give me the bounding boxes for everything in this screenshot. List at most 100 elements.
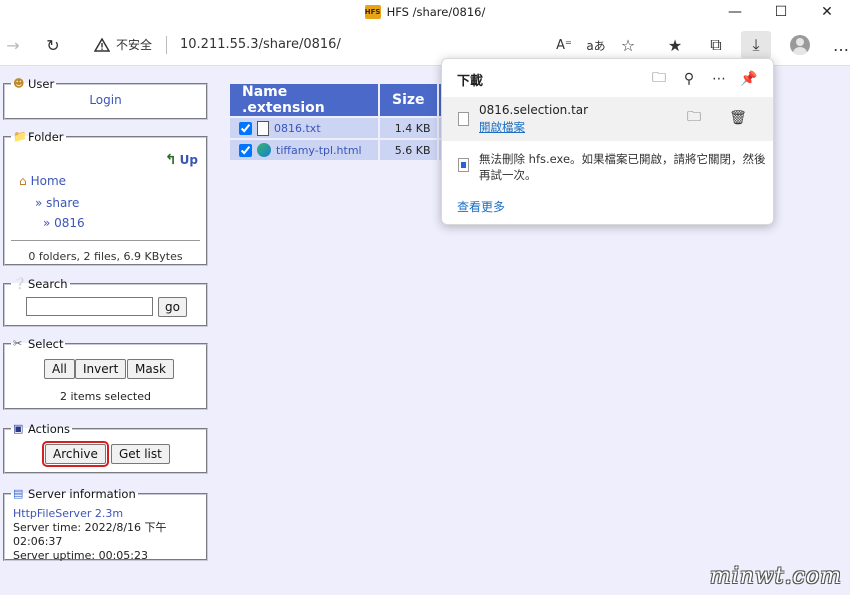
file-row[interactable]: 0816.txt 1.4 KB (230, 118, 449, 138)
downloads-title: 下載 (457, 74, 484, 89)
read-aloud-icon[interactable]: A⁼ (551, 32, 577, 58)
select-legend: ✂ Select (11, 337, 65, 351)
help-icon: ❔ (13, 277, 27, 290)
file-checkbox[interactable] (239, 121, 252, 135)
breadcrumb-0816[interactable]: » 0816 (43, 216, 85, 230)
file-link[interactable]: 0816.txt (274, 122, 321, 135)
server-name-link[interactable]: HttpFileServer 2.3m (13, 507, 206, 521)
search-legend-text: Search (28, 277, 68, 291)
breadcrumb-home[interactable]: Home (31, 174, 66, 188)
text-file-icon (257, 120, 269, 136)
file-size-cell: 1.4 KB (380, 118, 437, 138)
pin-icon[interactable]: 📌 (737, 69, 761, 89)
file-link[interactable]: tiffamy-tpl.html (276, 144, 362, 157)
window-controls: — ☐ ✕ (712, 0, 850, 24)
selection-status: 2 items selected (59, 390, 151, 403)
login-link[interactable]: Login (89, 93, 121, 107)
folder-summary: 0 folders, 2 files, 6.9 KBytes (28, 250, 183, 263)
select-panel: ✂ Select All Invert Mask 2 items selecte… (3, 337, 208, 410)
up-label: Up (179, 153, 198, 167)
file-table-header: Name .extension Size (230, 84, 449, 116)
scissors-icon: ✂ (13, 337, 23, 350)
add-favorite-icon[interactable]: ☆ (615, 32, 641, 58)
file-checkbox[interactable] (239, 143, 252, 157)
server-info-panel: ▤ Server information HttpFileServer 2.3m… (3, 487, 208, 562)
search-legend: ❔ Search (11, 277, 70, 291)
window-titlebar: HFS HFS /share/0816/ — ☐ ✕ (0, 0, 850, 24)
breadcrumb-share[interactable]: » share (35, 196, 79, 210)
select-all-button[interactable]: All (44, 359, 75, 379)
security-indicator[interactable]: 不安全 (94, 36, 152, 53)
column-size[interactable]: Size (380, 84, 437, 116)
up-link[interactable]: ↰ Up (165, 152, 198, 168)
server-uptime: Server uptime: 00:05:23 (13, 549, 148, 562)
get-list-button[interactable]: Get list (111, 444, 170, 464)
file-icon (458, 112, 469, 126)
server-info-legend-text: Server information (28, 487, 136, 501)
download-file-name: 0816.selection.tar (479, 103, 589, 117)
show-in-folder-icon[interactable]: 🗀 (683, 108, 705, 128)
open-file-link[interactable]: 開啟檔案 (479, 119, 525, 135)
delete-icon[interactable]: 🗑 (727, 108, 749, 128)
edge-html-file-icon (257, 143, 271, 157)
address-bar-url[interactable]: 10.211.55.3/share/0816/ (180, 37, 341, 52)
forward-icon[interactable]: → (0, 32, 26, 58)
up-arrow-icon: ↰ (164, 152, 177, 168)
actions-panel: ▣ Actions Archive Get list (3, 422, 208, 474)
download-error-message: 無法刪除 hfs.exe。如果檔案已開啟，請將它關閉，然後再試一次。 (479, 152, 766, 182)
actions-legend-text: Actions (28, 422, 71, 436)
select-legend-text: Select (28, 337, 64, 351)
column-name[interactable]: Name .extension (230, 84, 378, 116)
folder-icon: 📁 (13, 130, 27, 143)
exe-file-icon (458, 158, 469, 172)
more-options-icon[interactable]: ⋯ (707, 69, 731, 89)
open-folder-icon[interactable]: 🗀 (647, 69, 671, 89)
favorites-icon[interactable]: ★ (662, 32, 688, 58)
search-icon[interactable]: ⚲ (677, 69, 701, 89)
user-icon: ☻ (13, 77, 25, 90)
search-go-button[interactable]: go (158, 297, 187, 317)
address-divider (166, 36, 167, 54)
maximize-icon[interactable]: ☐ (758, 0, 804, 24)
file-name-cell: 0816.txt (230, 118, 378, 138)
hfs-logo-icon: HFS (364, 5, 381, 19)
save-disk-icon: ▣ (13, 422, 24, 435)
refresh-icon[interactable]: ↻ (40, 32, 66, 58)
download-item[interactable]: 0816.selection.tar 開啟檔案 🗀 🗑 (442, 97, 773, 141)
search-input[interactable] (26, 297, 153, 316)
downloads-icon[interactable]: ⤓ (741, 31, 771, 59)
downloads-panel: 下載 🗀 ⚲ ⋯ 📌 0816.selection.tar 開啟檔案 🗀 🗑 無… (441, 58, 774, 225)
downloads-header-actions: 🗀 ⚲ ⋯ 📌 (647, 69, 761, 89)
security-label: 不安全 (116, 38, 153, 52)
folder-legend-text: Folder (28, 130, 64, 144)
home-icon: ⌂ (19, 174, 27, 188)
window-title: HFS HFS /share/0816/ (364, 5, 486, 19)
archive-button[interactable]: Archive (42, 441, 109, 467)
folder-legend: 📁 Folder (11, 130, 66, 144)
server-icon: ▤ (13, 487, 24, 500)
collections-icon[interactable]: ⧉ (703, 32, 729, 58)
file-row[interactable]: tiffamy-tpl.html 5.6 KB (230, 140, 449, 160)
select-invert-button[interactable]: Invert (75, 359, 127, 379)
translate-icon[interactable]: aあ (583, 32, 609, 58)
download-item-actions: 🗀 🗑 (683, 108, 749, 128)
minimize-icon[interactable]: — (712, 0, 758, 24)
folder-divider (11, 240, 200, 241)
window-title-text: HFS /share/0816/ (386, 5, 486, 19)
warning-icon (94, 37, 110, 52)
select-mask-button[interactable]: Mask (127, 359, 174, 379)
close-icon[interactable]: ✕ (804, 0, 850, 24)
more-icon[interactable]: … (828, 32, 850, 58)
server-info-legend: ▤ Server information (11, 487, 138, 501)
actions-legend: ▣ Actions (11, 422, 72, 436)
search-panel: ❔ Search go (3, 277, 208, 327)
file-name-cell: tiffamy-tpl.html (230, 140, 378, 160)
profile-avatar-icon[interactable] (790, 35, 810, 55)
see-more-link[interactable]: 查看更多 (457, 198, 505, 215)
user-panel: ☻ User Login (3, 77, 208, 120)
user-legend-text: User (28, 77, 55, 91)
file-size-cell: 5.6 KB (380, 140, 437, 160)
watermark-logo: minwt.com (709, 564, 842, 589)
server-time: Server time: 2022/8/16 下午 02:06:37 (13, 521, 167, 548)
file-table: Name .extension Size 0816.txt 1.4 KB tif… (228, 82, 451, 162)
